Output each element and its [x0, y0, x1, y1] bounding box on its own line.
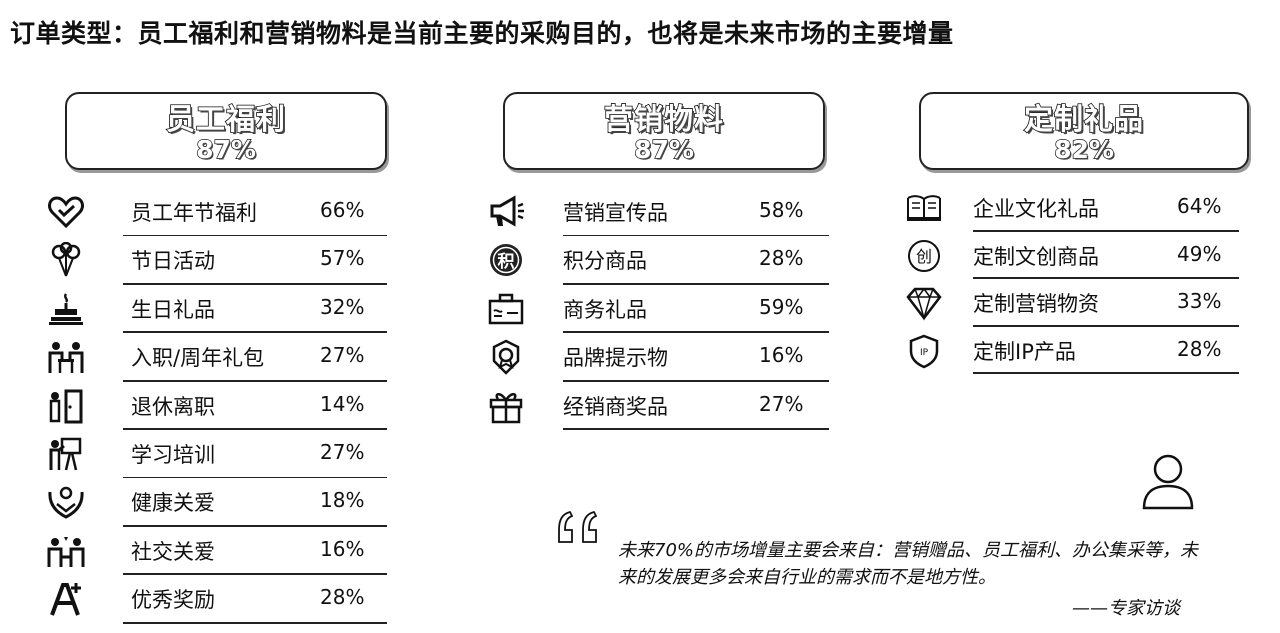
- item-label: 优秀奖励: [131, 588, 215, 613]
- item-value: 28%: [320, 585, 365, 610]
- item-label: 节日活动: [131, 249, 215, 274]
- svg-text:积: 积: [498, 252, 515, 272]
- points-badge-icon: 积: [486, 242, 526, 278]
- row-divider: [123, 621, 387, 624]
- item-value: 16%: [320, 536, 365, 561]
- item-label: 定制文创商品: [973, 244, 1099, 269]
- item-value: 64%: [1177, 194, 1222, 218]
- quote-source: ——专家访谈: [1072, 598, 1180, 619]
- item-label: 商务礼品: [563, 297, 647, 322]
- item-label: 定制营销物资: [973, 292, 1099, 316]
- people-table-icon: [46, 339, 86, 375]
- heart-icon: [46, 194, 86, 230]
- svg-text:IP: IP: [920, 348, 929, 358]
- category-header-box: 营销物料 87%: [503, 92, 825, 170]
- item-label: 品牌提示物: [563, 346, 668, 371]
- list-item: 积 积分商品 28%: [486, 236, 831, 285]
- list-item: 学习培训 27%: [46, 430, 391, 479]
- item-value: 66%: [320, 198, 365, 222]
- item-label: 学习培训: [131, 442, 215, 467]
- category-name: 员工福利: [165, 101, 286, 137]
- diamond-icon: [904, 285, 944, 321]
- training-board-icon: [46, 436, 86, 472]
- item-label: 员工年节福利: [131, 201, 257, 225]
- list-item: 营销宣传品 58%: [486, 188, 831, 237]
- open-book-icon: [904, 190, 944, 226]
- quote-text: 未来70%的市场增量主要会来自：营销赠品、员工福利、办公集采等，未来的发展更多会…: [618, 540, 1199, 588]
- item-value: 33%: [1177, 289, 1222, 313]
- item-value: 32%: [320, 294, 365, 319]
- social-people-icon: [46, 533, 86, 569]
- item-label: 经销商奖品: [563, 394, 668, 419]
- item-label: 营销宣传品: [563, 201, 668, 225]
- person-icon: [1138, 452, 1198, 514]
- page-title: 订单类型：员工福利和营销物料是当前主要的采购目的，也将是未来市场的主要增量: [10, 19, 954, 48]
- item-value: 59%: [759, 294, 804, 319]
- list-item: 优秀奖励 28%: [46, 575, 391, 624]
- list-item: 定制营销物资 33%: [904, 279, 1249, 327]
- item-list: 员工年节福利 66% 节日活动 57% 生日礼品 32% 入职/周年礼包 27%…: [46, 188, 391, 624]
- award-letter-icon: [46, 581, 86, 617]
- row-divider: [973, 372, 1239, 374]
- item-value: 28%: [759, 246, 804, 271]
- category-percent: 82%: [1053, 135, 1114, 164]
- list-item: 退休离职 14%: [46, 382, 391, 430]
- ip-shield-icon: IP: [904, 333, 944, 369]
- item-value: 49%: [1177, 241, 1222, 266]
- item-value: 27%: [759, 391, 804, 416]
- list-item: 社交关爱 16%: [46, 527, 391, 576]
- item-label: 健康关爱: [131, 491, 215, 516]
- category-percent: 87%: [195, 135, 256, 164]
- row-divider: [563, 428, 829, 430]
- category-header-box: 员工福利 87%: [65, 92, 387, 170]
- category-header-box: 定制礼品 82%: [919, 92, 1249, 170]
- item-value: 27%: [320, 343, 365, 368]
- item-value: 18%: [320, 488, 365, 513]
- birthday-cake-icon: [46, 291, 86, 327]
- item-label: 入职/周年礼包: [131, 346, 265, 371]
- list-item: 员工年节福利 66%: [46, 188, 391, 237]
- item-value: 16%: [759, 343, 804, 368]
- item-label: 生日礼品: [131, 297, 215, 322]
- list-item: 健康关爱 18%: [46, 478, 391, 527]
- list-item: 节日活动 57%: [46, 236, 391, 285]
- item-label: 退休离职: [131, 394, 215, 419]
- brand-badge-icon: [486, 339, 526, 375]
- expert-quote: 未来70%的市场增量主要会来自：营销赠品、员工福利、办公集采等，未来的发展更多会…: [552, 452, 1252, 627]
- gift-box-icon: [486, 388, 526, 424]
- list-item: 经销商奖品 27%: [486, 382, 831, 430]
- creative-circle-icon: 创: [904, 238, 944, 274]
- list-item: 企业文化礼品 64%: [904, 184, 1249, 232]
- svg-text:创: 创: [916, 247, 932, 266]
- category-name: 营销物料: [603, 101, 724, 137]
- briefcase-icon: [486, 291, 526, 327]
- item-label: 定制IP产品: [973, 339, 1076, 364]
- megaphone-icon: [486, 194, 526, 230]
- item-label: 社交关爱: [131, 539, 215, 564]
- list-item: 生日礼品 32%: [46, 285, 391, 334]
- list-item: 创 定制文创商品 49%: [904, 232, 1249, 279]
- item-label: 积分商品: [563, 249, 647, 274]
- list-item: 入职/周年礼包 27%: [46, 333, 391, 382]
- item-value: 27%: [320, 439, 365, 464]
- list-item: IP 定制IP产品 28%: [904, 327, 1249, 374]
- item-list: 营销宣传品 58% 积 积分商品 28% 商务礼品 59% 品牌提示物 16%: [486, 188, 831, 430]
- list-item: 品牌提示物 16%: [486, 333, 831, 382]
- care-hands-icon: [46, 484, 86, 520]
- list-item: 商务礼品 59%: [486, 285, 831, 334]
- quote-mark-icon: [556, 508, 602, 546]
- item-value: 58%: [759, 198, 804, 222]
- category-percent: 87%: [633, 135, 694, 164]
- exit-door-icon: [46, 388, 86, 424]
- balloons-icon: [46, 242, 86, 278]
- item-value: 28%: [1177, 336, 1222, 361]
- item-list: 企业文化礼品 64% 创 定制文创商品 49% 定制营销物资 33% IP 定制…: [904, 184, 1249, 374]
- item-value: 14%: [320, 391, 365, 416]
- item-value: 57%: [320, 246, 365, 271]
- category-name: 定制礼品: [1023, 101, 1144, 137]
- item-label: 企业文化礼品: [973, 197, 1099, 221]
